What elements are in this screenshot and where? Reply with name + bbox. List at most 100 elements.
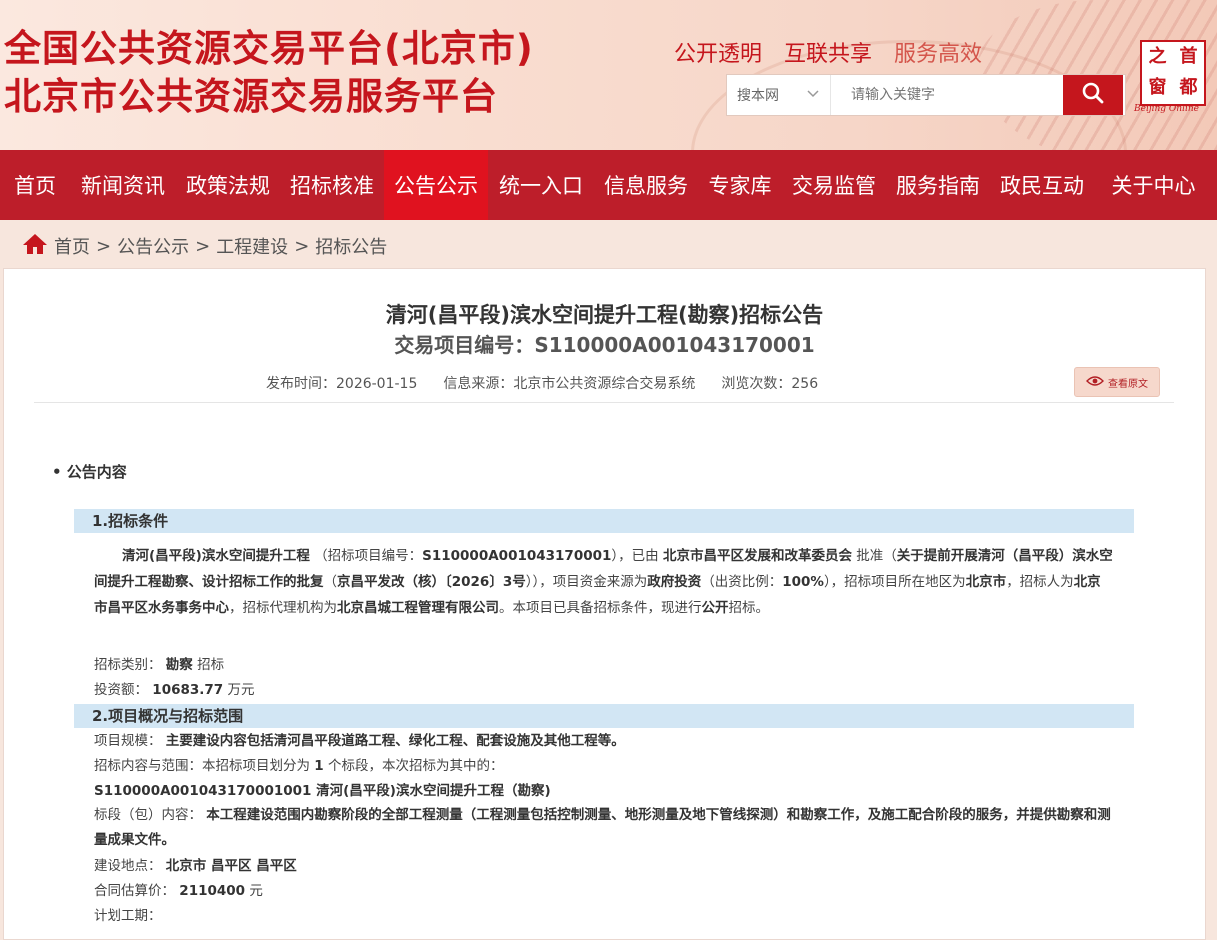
divider (34, 402, 1174, 403)
nav-item-news[interactable]: 新闻资讯 (70, 150, 176, 220)
nav-item-about[interactable]: 关于中心 (1094, 150, 1213, 220)
breadcrumb-tender-notice[interactable]: 招标公告 (315, 233, 387, 259)
search-scope-select[interactable]: 搜本网 (727, 75, 831, 115)
view-original-label: 查看原文 (1108, 378, 1148, 390)
fund-ratio: 100% (782, 574, 824, 590)
section-bar-1: 1.招标条件 (74, 509, 1134, 533)
site-title-line1: 全国公共资源交易平台(北京市) (4, 27, 534, 70)
price-value: 2110400 (179, 883, 246, 899)
breadcrumb-separator: > (195, 235, 211, 257)
search-scope-label: 搜本网 (737, 88, 779, 104)
logo-subtitle: Beijing Online (1134, 104, 1199, 114)
text: 。本项目已具备招标条件，现进行 (499, 600, 702, 616)
scope-suffix: 个标段，本次招标为其中的： (328, 758, 504, 774)
logo-char: 首 (1179, 46, 1198, 67)
beijing-online-logo[interactable]: 之 首 窗 都 (1140, 40, 1206, 106)
investment-value: 10683.77 (152, 682, 224, 698)
period-line: 计划工期： (94, 904, 162, 928)
text: （ (323, 574, 338, 590)
page-title: 清河(昌平段)滨水空间提升工程(勘察)招标公告 (385, 303, 824, 327)
site-header: 全国公共资源交易平台(北京市) 北京市公共资源交易服务平台 公开透明 互联共享 … (0, 0, 1217, 150)
scale-label: 项目规模： (94, 733, 162, 749)
view-count: 浏览次数：256 (721, 373, 818, 393)
scale-line: 项目规模： 主要建设内容包括清河昌平段道路工程、绿化工程、配套设施及其他工程等。 (94, 729, 625, 753)
content-panel: 清河(昌平段)滨水空间提升工程(勘察)招标公告 交易项目编号：S110000A0… (3, 268, 1206, 940)
text: （招标项目编号： (314, 548, 423, 564)
fund-source: 政府投资 (647, 574, 702, 590)
text: ，招标代理机构为 (229, 600, 337, 616)
text: 招标。 (728, 600, 770, 616)
scope-line: 招标内容与范围：本招标项目划分为 1 个标段，本次招标为其中的： (94, 754, 504, 778)
tender-conditions-paragraph: 清河(昌平段)滨水空间提升工程 （招标项目编号：S110000A00104317… (94, 543, 1114, 621)
location-label: 建设地点： (94, 858, 162, 874)
nav-item-experts[interactable]: 专家库 (698, 150, 782, 220)
section-bar-2: 2.项目概况与招标范围 (74, 704, 1134, 728)
investment-unit: 万元 (227, 682, 255, 698)
text: 批准（ (856, 548, 897, 564)
publish-time-value: 2026-01-15 (336, 376, 418, 392)
text: ），已由 (611, 548, 659, 564)
nav-item-announcements[interactable]: 公告公示 (384, 150, 488, 220)
breadcrumb-construction[interactable]: 工程建设 (216, 233, 288, 259)
slogan-3: 服务高效 (894, 42, 983, 67)
doc-meta: 发布时间：2026-01-15 信息来源：北京市公共资源综合交易系统 浏览次数：… (266, 373, 818, 393)
eye-icon (1086, 375, 1104, 390)
info-source-label: 信息来源： (443, 376, 514, 392)
project-code-heading: 交易项目编号：S110000A001043170001 (4, 329, 1205, 358)
approver: 北京市昌平区发展和改革委员会 (662, 548, 852, 564)
nav-item-interaction[interactable]: 政民互动 (990, 150, 1094, 220)
breadcrumb-separator: > (294, 235, 310, 257)
search-bar: 搜本网 (726, 74, 1126, 116)
text: （出资比例： (701, 574, 783, 590)
breadcrumb: 首页 > 公告公示 > 工程建设 > 招标公告 (22, 232, 387, 260)
project-code-label: 交易项目编号： (394, 333, 535, 357)
lot-name-line: S110000A001043170001001 清河(昌平段)滨水空间提升工程（… (94, 779, 551, 803)
section-heading: • 公告内容 (52, 463, 127, 481)
slogan-1: 公开透明 (674, 42, 763, 67)
scale-value: 主要建设内容包括清河昌平段道路工程、绿化工程、配套设施及其他工程等。 (165, 733, 625, 749)
search-button[interactable] (1063, 75, 1123, 115)
region: 北京市 (965, 574, 1007, 590)
search-icon (1081, 81, 1105, 109)
info-source-value: 北京市公共资源综合交易系统 (513, 376, 696, 392)
tender-type-label: 招标类别： (94, 657, 162, 673)
price-line: 合同估算价： 2110400 元 (94, 879, 263, 903)
investment-line: 投资额： 10683.77 万元 (94, 678, 254, 702)
nav-item-info-service[interactable]: 信息服务 (594, 150, 698, 220)
nav-item-approval[interactable]: 招标核准 (280, 150, 384, 220)
approval-no: 京昌平发改（核）〔2026〕3号 (337, 574, 526, 590)
period-label: 计划工期： (94, 908, 162, 924)
logo-char: 窗 (1148, 77, 1167, 98)
main-nav: 首页 新闻资讯 政策法规 招标核准 公告公示 统一入口 信息服务 专家库 交易监… (0, 150, 1217, 220)
nav-item-supervision[interactable]: 交易监管 (782, 150, 886, 220)
lot-content-paragraph: 标段（包）内容： 本工程建设范围内勘察阶段的全部工程测量（工程测量包括控制测量、… (94, 803, 1114, 853)
tender-type-value: 勘察 (165, 657, 193, 673)
slogans: 公开透明 互联共享 服务高效 (674, 36, 982, 68)
chevron-down-icon (806, 86, 820, 104)
price-label: 合同估算价： (94, 883, 175, 899)
breadcrumb-home[interactable]: 首页 (54, 233, 90, 259)
investment-label: 投资额： (94, 682, 148, 698)
price-unit: 元 (249, 883, 263, 899)
info-source: 信息来源：北京市公共资源综合交易系统 (443, 373, 695, 393)
view-count-value: 256 (791, 376, 819, 392)
nav-item-home[interactable]: 首页 (0, 150, 70, 220)
tender-type-suffix: 招标 (197, 657, 225, 673)
text: ）），项目资金来源为 (525, 574, 648, 590)
text: ，招标人为 (1006, 574, 1074, 590)
nav-item-policy[interactable]: 政策法规 (176, 150, 280, 220)
breadcrumb-announcements[interactable]: 公告公示 (117, 233, 189, 259)
view-count-label: 浏览次数： (721, 376, 792, 392)
scope-label: 招标内容与范围：本招标项目划分为 (94, 758, 310, 774)
lot-name: S110000A001043170001001 清河(昌平段)滨水空间提升工程（… (94, 783, 551, 799)
search-input[interactable] (831, 75, 1063, 115)
view-original-button[interactable]: 查看原文 (1074, 367, 1160, 397)
site-title-line2: 北京市公共资源交易服务平台 (4, 75, 498, 118)
nav-item-unified-entry[interactable]: 统一入口 (488, 150, 594, 220)
logo-char: 都 (1179, 77, 1198, 98)
nav-item-guide[interactable]: 服务指南 (886, 150, 990, 220)
logo-char: 之 (1148, 46, 1167, 67)
scope-count: 1 (314, 758, 324, 774)
home-icon[interactable] (22, 232, 48, 261)
tender-type-line: 招标类别： 勘察 招标 (94, 653, 224, 677)
